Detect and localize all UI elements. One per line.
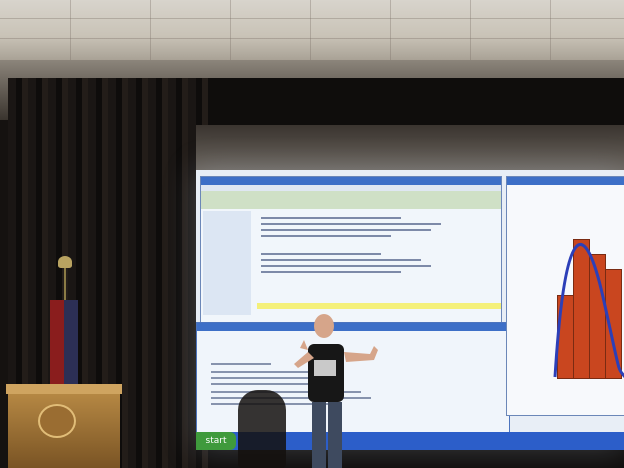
eagle-finial xyxy=(58,256,72,268)
presenter xyxy=(294,314,378,468)
podium-seal xyxy=(38,404,76,438)
ceiling xyxy=(0,0,624,60)
podium-top xyxy=(6,384,122,394)
editor-window xyxy=(200,176,502,324)
density-curve xyxy=(553,242,624,378)
presenter-shadow xyxy=(238,390,286,468)
editor-title-bar xyxy=(201,177,501,185)
flag xyxy=(50,300,78,386)
highlighted-code-line xyxy=(257,303,501,309)
podium xyxy=(6,384,122,468)
editor-side-pane xyxy=(203,211,251,315)
plot-window xyxy=(506,176,624,416)
presentation-scene: start xyxy=(0,0,624,468)
start-button[interactable]: start xyxy=(196,432,236,450)
editor-toolbar xyxy=(201,191,501,209)
screen-frame xyxy=(196,125,624,173)
